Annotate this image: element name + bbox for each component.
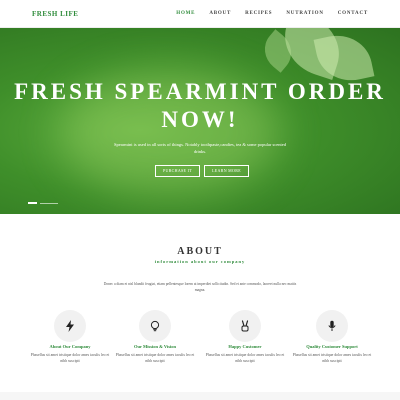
hero-title: FRESH SPEARMINT ORDER NOW! — [0, 78, 400, 134]
feature-icon-circle — [316, 310, 348, 342]
logo[interactable]: FRESH LIFE — [32, 10, 78, 18]
hero-title-line1: FRESH SPEARMINT ORDER — [14, 79, 386, 104]
peace-hand-icon — [241, 320, 249, 332]
main-menu: HOME ABOUT RECIPES NUTRATION CONTACT — [176, 11, 368, 16]
feature-title: Our Mission & Vision — [133, 344, 177, 349]
nav-item-recipes[interactable]: RECIPES — [245, 11, 272, 16]
nav-item-nutration[interactable]: NUTRATION — [286, 11, 323, 16]
feature-icon-circle — [54, 310, 86, 342]
nav-item-home[interactable]: HOME — [176, 11, 195, 16]
about-subtitle: information about our company — [154, 259, 246, 264]
purchase-button[interactable]: PURCHASE IT — [155, 165, 200, 177]
feature-title: About Our Company — [49, 344, 91, 349]
feature-icon-circle — [229, 310, 261, 342]
learn-more-button[interactable]: LEARN MORE — [204, 165, 249, 177]
slide-dot-active[interactable] — [28, 202, 37, 204]
feature-text: Phasellus sit amet tristique dolor ames … — [292, 353, 372, 363]
feature-icon-circle — [139, 310, 171, 342]
about-description: Donec a diam et nisl blandit feugiat, et… — [103, 282, 297, 292]
lightning-icon — [66, 320, 74, 332]
slider-indicator — [28, 202, 58, 204]
nav-item-contact[interactable]: CONTACT — [338, 11, 368, 16]
nav-item-about[interactable]: ABOUT — [209, 11, 231, 16]
feature-text: Phasellus sit amet tristique dolor ames … — [115, 353, 195, 363]
microphone-icon — [328, 320, 336, 331]
features-row: About Our Company Phasellus sit amet tri… — [0, 310, 400, 370]
footer-strip — [0, 392, 400, 400]
about-title: ABOUT — [177, 246, 223, 257]
slide-dot[interactable] — [40, 202, 58, 204]
hero-title-line2: NOW! — [161, 107, 239, 132]
feature-text: Phasellus sit amet tristique dolor ames … — [205, 353, 285, 363]
feature-text: Phasellus sit amet tristique dolor ames … — [30, 353, 110, 363]
lightbulb-icon — [150, 320, 160, 332]
hero-banner: FRESH SPEARMINT ORDER NOW! Spearmint is … — [0, 28, 400, 214]
feature-title: Quality Customer Support — [306, 344, 358, 349]
top-navigation: FRESH LIFE HOME ABOUT RECIPES NUTRATION … — [0, 0, 400, 28]
hero-subtitle: Spearmint is used in all sorts of things… — [113, 142, 287, 154]
feature-title: Happy Customer — [228, 344, 262, 349]
